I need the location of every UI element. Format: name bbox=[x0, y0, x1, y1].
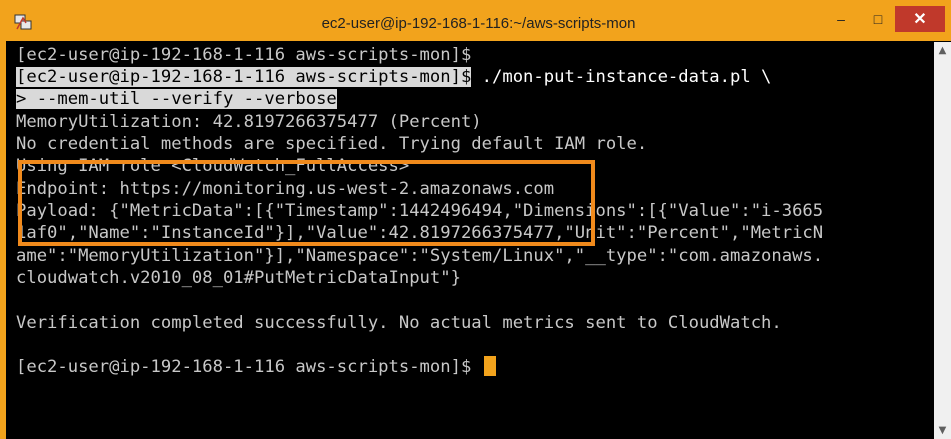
cursor bbox=[483, 356, 496, 376]
terminal-line: ame":"MemoryUtilization"}],"Namespace":"… bbox=[16, 246, 824, 266]
terminal-line: [ec2-user@ip-192-168-1-116 aws-scripts-m… bbox=[16, 45, 472, 65]
terminal-output[interactable]: [ec2-user@ip-192-168-1-116 aws-scripts-m… bbox=[14, 42, 934, 439]
window-title: ec2-user@ip-192-168-1-116:~/aws-scripts-… bbox=[321, 15, 636, 32]
scroll-down-icon[interactable]: ▼ bbox=[934, 422, 951, 439]
maximize-button[interactable]: □ bbox=[858, 6, 898, 32]
close-button[interactable]: ✕ bbox=[895, 6, 945, 32]
terminal-window: ec2-user@ip-192-168-1-116:~/aws-scripts-… bbox=[6, 6, 951, 439]
terminal-line: MemoryUtilization: 42.8197266375477 (Per… bbox=[16, 112, 482, 132]
terminal-line: Verification completed successfully. No … bbox=[16, 313, 782, 333]
command-text: ./mon-put-instance-data.pl \ bbox=[471, 67, 772, 87]
terminal-line: > --mem-util --verify --verbose bbox=[16, 88, 337, 110]
shell-prompt: [ec2-user@ip-192-168-1-116 aws-scripts-m… bbox=[16, 357, 482, 377]
title-bar[interactable]: ec2-user@ip-192-168-1-116:~/aws-scripts-… bbox=[6, 6, 951, 41]
highlight-box bbox=[18, 160, 595, 246]
minimize-button[interactable]: – bbox=[821, 6, 861, 32]
scroll-thumb[interactable] bbox=[936, 62, 949, 417]
scroll-up-icon[interactable]: ▲ bbox=[934, 42, 951, 59]
terminal-line: No credential methods are specified. Try… bbox=[16, 134, 648, 154]
vertical-scrollbar[interactable]: ▲ ▼ bbox=[934, 42, 951, 439]
selected-command: > --mem-util --verify --verbose bbox=[16, 89, 337, 109]
terminal-line: [ec2-user@ip-192-168-1-116 aws-scripts-m… bbox=[16, 356, 496, 378]
terminal-line: [ec2-user@ip-192-168-1-116 aws-scripts-m… bbox=[16, 66, 771, 88]
terminal-line: cloudwatch.v2010_08_01#PutMetricDataInpu… bbox=[16, 268, 461, 288]
selected-prompt: [ec2-user@ip-192-168-1-116 aws-scripts-m… bbox=[16, 67, 472, 87]
